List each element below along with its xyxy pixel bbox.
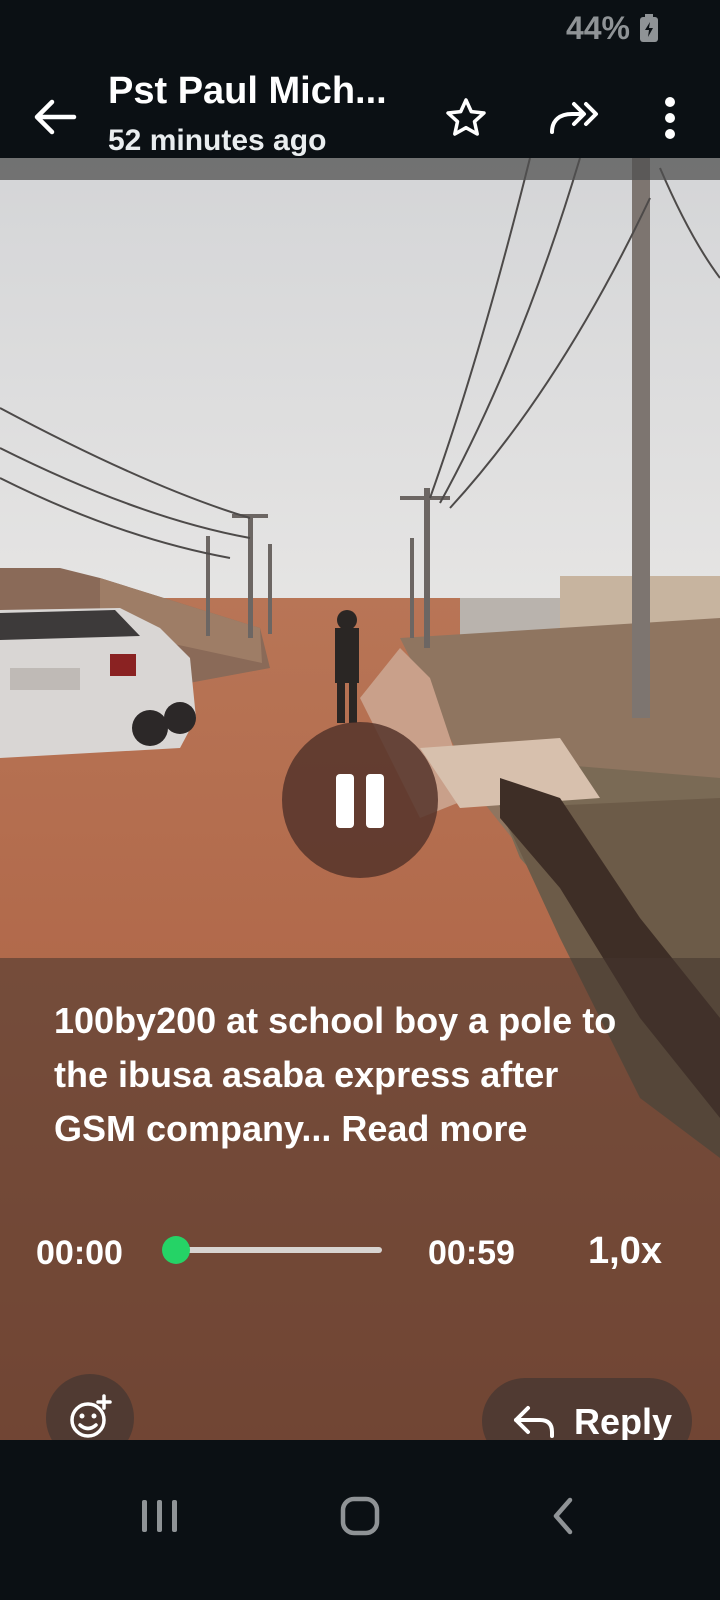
video-top-band bbox=[0, 158, 720, 180]
pause-icon bbox=[336, 774, 354, 828]
contact-name[interactable]: Pst Paul Mich... bbox=[108, 70, 387, 113]
pause-icon bbox=[366, 774, 384, 828]
star-icon[interactable] bbox=[444, 96, 488, 140]
caption-line-2: the ibusa asaba express after bbox=[54, 1054, 559, 1095]
reply-icon bbox=[514, 1406, 554, 1438]
battery-icon bbox=[640, 14, 658, 42]
recents-icon[interactable] bbox=[140, 1496, 180, 1536]
viewer-header: Pst Paul Mich... 52 minutes ago bbox=[0, 58, 720, 158]
home-icon[interactable] bbox=[340, 1496, 380, 1536]
nav-back-icon[interactable] bbox=[548, 1496, 578, 1536]
progress-bar[interactable] bbox=[176, 1247, 382, 1253]
current-time: 00:00 bbox=[36, 1234, 123, 1272]
battery-level: 44% bbox=[565, 10, 630, 46]
duration: 00:59 bbox=[428, 1234, 515, 1272]
pause-button[interactable] bbox=[282, 722, 438, 878]
caption-line-1: 100by200 at school boy a pole to bbox=[54, 1000, 617, 1041]
status-caption: 100by200 at school boy a pole to the ibu… bbox=[54, 994, 684, 1156]
back-arrow-icon[interactable] bbox=[30, 92, 80, 142]
playback-speed-button[interactable]: 1,0x bbox=[588, 1230, 662, 1273]
forward-icon[interactable] bbox=[548, 98, 600, 138]
status-bar: 44% bbox=[0, 0, 720, 58]
post-time: 52 minutes ago bbox=[108, 124, 327, 157]
more-vert-icon[interactable] bbox=[652, 94, 688, 142]
caption-overlay: 100by200 at school boy a pole to the ibu… bbox=[0, 958, 720, 1440]
system-nav-bar bbox=[0, 1440, 720, 1600]
read-more-link[interactable]: Read more bbox=[341, 1108, 527, 1149]
video-player[interactable]: 100by200 at school boy a pole to the ibu… bbox=[0, 158, 720, 1440]
caption-line-3: GSM company... bbox=[54, 1108, 342, 1149]
progress-thumb[interactable] bbox=[162, 1236, 190, 1264]
reply-label: Reply bbox=[574, 1401, 673, 1442]
